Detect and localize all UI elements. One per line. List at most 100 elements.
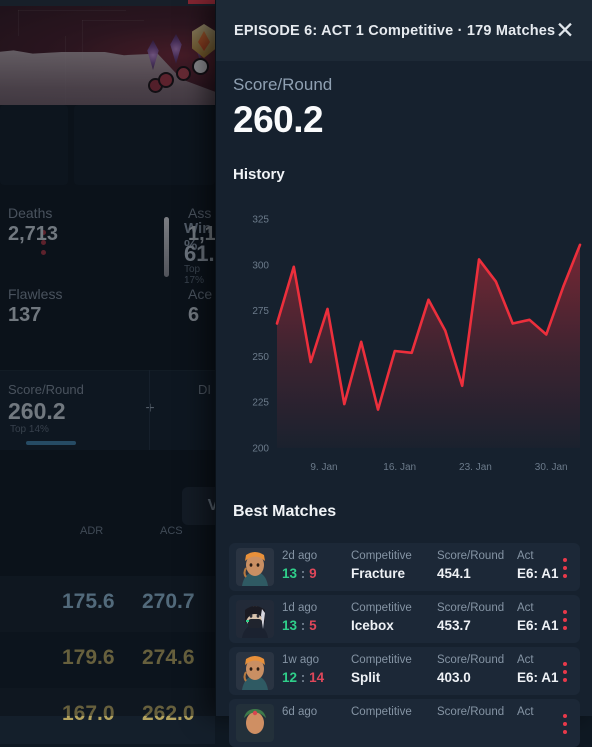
match-scoreline: 12 : 14 <box>282 670 324 685</box>
match-scoreline: 13 : 9 <box>282 566 317 581</box>
cell-acs: 274.6 <box>142 646 195 669</box>
agent-avatar <box>236 652 274 690</box>
match-score-value: 454.1 <box>437 566 471 581</box>
rounds-won: 12 <box>282 670 298 685</box>
column-header-acs: ACS <box>160 525 183 537</box>
stat-aces: Ace 6 <box>188 286 212 327</box>
history-heading: History <box>233 166 285 183</box>
rank-crest-icon <box>192 24 215 58</box>
chart-area-fill <box>277 244 580 448</box>
match-time-column: 1d ago 13 : 5 <box>282 602 317 633</box>
rank-diamond-icon <box>170 34 182 64</box>
banner-grid-line <box>18 10 126 11</box>
close-icon[interactable]: ✕ <box>553 18 577 42</box>
match-time-column: 6d ago <box>282 706 317 722</box>
svg-text:23. Jan: 23. Jan <box>459 462 492 473</box>
more-vertical-icon[interactable] <box>563 558 567 582</box>
cell-acs: 262.0 <box>142 702 195 725</box>
agent-avatar <box>236 600 274 638</box>
match-time: 6d ago <box>282 706 318 718</box>
overflow-menu-card[interactable] <box>0 105 68 255</box>
match-mode-label: Competitive <box>351 654 412 666</box>
rank-banner-art <box>0 6 215 105</box>
cell-adr: 179.6 <box>62 646 115 669</box>
score-round-underline <box>26 441 76 445</box>
match-act-column: Act E6: A1 <box>517 550 559 581</box>
agent-avatar <box>236 704 274 742</box>
table-row[interactable]: 167.0 262.0 <box>0 688 215 744</box>
score-round-label: Score/Round <box>8 382 84 397</box>
panel-stat-label: Score/Round <box>233 75 333 94</box>
rounds-lost: 5 <box>309 618 317 633</box>
match-act-value: E6: A1 <box>517 670 559 685</box>
match-score-value: 453.7 <box>437 618 471 633</box>
score-round-percentile: Top 14% <box>10 424 49 435</box>
match-score-column: Score/Round 403.0 <box>437 654 504 685</box>
banner-grid-line <box>18 10 19 36</box>
match-score-column: Score/Round <box>437 706 504 722</box>
more-vertical-icon[interactable] <box>563 610 567 634</box>
match-score-label: Score/Round <box>437 706 505 718</box>
match-score-column: Score/Round 453.7 <box>437 602 504 633</box>
match-act-column: Act E6: A1 <box>517 602 559 633</box>
match-time-column: 1w ago 12 : 14 <box>282 654 324 685</box>
rounds-won: 13 <box>282 618 298 633</box>
match-map: Icebox <box>351 618 394 633</box>
match-mode-label: Competitive <box>351 602 412 614</box>
match-score-value: 403.0 <box>437 670 471 685</box>
match-scoreline: 13 : 5 <box>282 618 317 633</box>
stat-value: 1,1 <box>188 223 216 245</box>
match-map: Split <box>351 670 381 685</box>
stat-flawless: Flawless 137 <box>8 286 62 327</box>
match-mode-label: Competitive <box>351 706 412 718</box>
match-mode-column: Competitive Fracture <box>351 550 412 581</box>
table-row[interactable]: 175.6 270.7 <box>0 576 215 632</box>
svg-text:300: 300 <box>252 260 269 271</box>
cell-adr: 175.6 <box>62 590 115 613</box>
svg-text:325: 325 <box>252 215 269 226</box>
stat-label: Ass <box>188 205 212 221</box>
rank-progress-pip <box>176 66 191 81</box>
rounds-won: 13 <box>282 566 298 581</box>
more-vertical-icon[interactable] <box>563 714 567 738</box>
match-mode-column: Competitive <box>351 706 412 722</box>
match-act-value: E6: A1 <box>517 618 559 633</box>
chart-y-axis-labels: 200 225 250 275 300 325 <box>252 215 269 455</box>
match-row[interactable]: 1w ago 12 : 14 Competitive Split Score/R… <box>229 647 580 695</box>
match-act-label: Act <box>517 550 534 562</box>
match-map: Fracture <box>351 566 406 581</box>
match-mode-label: Competitive <box>351 550 412 562</box>
panel-stat-value: 260.2 <box>233 99 324 140</box>
match-act-label: Act <box>517 706 534 718</box>
match-row[interactable]: 6d ago Competitive Score/Round Act <box>229 699 580 747</box>
match-score-label: Score/Round <box>437 602 505 614</box>
match-act-column: Act E6: A1 <box>517 654 559 685</box>
more-vertical-icon[interactable] <box>563 662 567 686</box>
svg-text:275: 275 <box>252 306 269 317</box>
banner-grid-line <box>82 20 144 21</box>
match-row[interactable]: 1d ago 13 : 5 Competitive Icebox Score/R… <box>229 595 580 643</box>
match-mode-column: Competitive Split <box>351 654 412 685</box>
cell-acs: 270.7 <box>142 590 195 613</box>
stat-value: 2,713 <box>8 223 59 245</box>
svg-text:250: 250 <box>252 352 269 363</box>
expand-plus-icon[interactable]: + <box>141 400 159 418</box>
stat-label: Flawless <box>8 286 63 302</box>
rank-progress-pip <box>192 58 209 75</box>
panel-header: EPISODE 6: ACT 1 Competitive · 179 Match… <box>216 0 592 61</box>
svg-text:16. Jan: 16. Jan <box>383 462 416 473</box>
match-time-column: 2d ago 13 : 9 <box>282 550 317 581</box>
match-row[interactable]: 2d ago 13 : 9 Competitive Fracture Score… <box>229 543 580 591</box>
column-header-adr: ADR <box>80 525 104 537</box>
best-matches-heading: Best Matches <box>233 503 337 520</box>
agent-avatar <box>236 548 274 586</box>
win-percent-card: Win % 61.5% Top 17% <box>74 105 246 286</box>
match-act-value: E6: A1 <box>517 566 559 581</box>
match-act-label: Act <box>517 654 534 666</box>
score-separator: : <box>300 670 306 685</box>
stat-assists: Ass 1,1 <box>188 205 216 246</box>
svg-text:9. Jan: 9. Jan <box>310 462 337 473</box>
win-rate-bar <box>164 217 169 277</box>
damage-label: DI <box>198 382 211 397</box>
table-row[interactable]: 179.6 274.6 <box>0 632 215 688</box>
